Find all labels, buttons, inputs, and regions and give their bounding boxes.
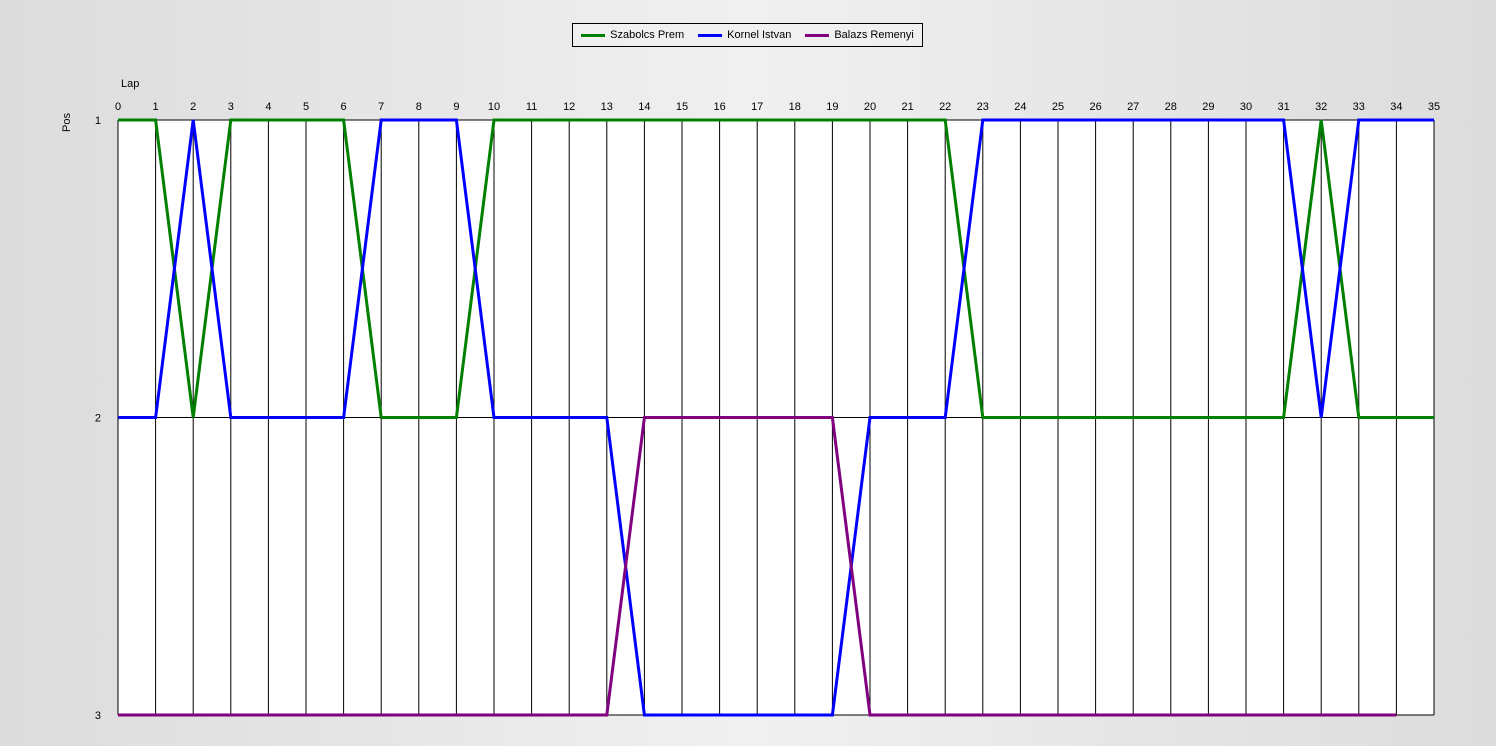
x-tick-label: 19 — [826, 101, 838, 113]
x-tick-label: 25 — [1052, 101, 1064, 113]
x-tick-label: 6 — [341, 101, 347, 113]
x-tick-label: 34 — [1390, 101, 1402, 113]
x-tick-label: 16 — [713, 101, 725, 113]
x-tick-label: 17 — [751, 101, 763, 113]
x-tick-label: 0 — [115, 101, 121, 113]
x-tick-label: 30 — [1240, 101, 1252, 113]
x-tick-label: 32 — [1315, 101, 1327, 113]
x-tick-label: 13 — [601, 101, 613, 113]
x-tick-label: 9 — [453, 101, 459, 113]
x-tick-label: 22 — [939, 101, 951, 113]
x-tick-label: 15 — [676, 101, 688, 113]
x-tick-label: 3 — [228, 101, 234, 113]
x-tick-label: 35 — [1428, 101, 1440, 113]
x-tick-label: 18 — [789, 101, 801, 113]
x-tick-label: 10 — [488, 101, 500, 113]
x-tick-label: 20 — [864, 101, 876, 113]
x-tick-label: 5 — [303, 101, 309, 113]
x-tick-label: 8 — [416, 101, 422, 113]
x-tick-label: 7 — [378, 101, 384, 113]
x-tick-label: 31 — [1277, 101, 1289, 113]
x-tick-label: 23 — [977, 101, 989, 113]
x-axis-label: Lap — [121, 78, 139, 90]
x-tick-label: 4 — [265, 101, 271, 113]
x-tick-label: 11 — [526, 101, 537, 113]
x-tick-label: 26 — [1089, 101, 1101, 113]
x-tick-label: 24 — [1014, 101, 1026, 113]
x-tick-label: 21 — [901, 101, 913, 113]
position-chart: 0 1 2 3 4 5 6 7 8 9 10 11 12 13 14 15 16 17 18 19 20 21 22 23 24… — [61, 78, 1440, 722]
y-tick-label: 3 — [95, 710, 101, 722]
x-tick-label: 27 — [1127, 101, 1139, 113]
x-tick-label: 33 — [1353, 101, 1365, 113]
y-tick-label: 2 — [95, 413, 101, 425]
y-axis-label: Pos — [61, 113, 73, 132]
x-tick-label: 14 — [638, 101, 650, 113]
y-tick-label: 1 — [95, 115, 101, 127]
x-tick-label: 28 — [1165, 101, 1177, 113]
x-tick-label: 29 — [1202, 101, 1214, 113]
x-tick-label: 1 — [153, 101, 159, 113]
x-tick-label: 12 — [563, 101, 575, 113]
x-tick-label: 2 — [190, 101, 196, 113]
